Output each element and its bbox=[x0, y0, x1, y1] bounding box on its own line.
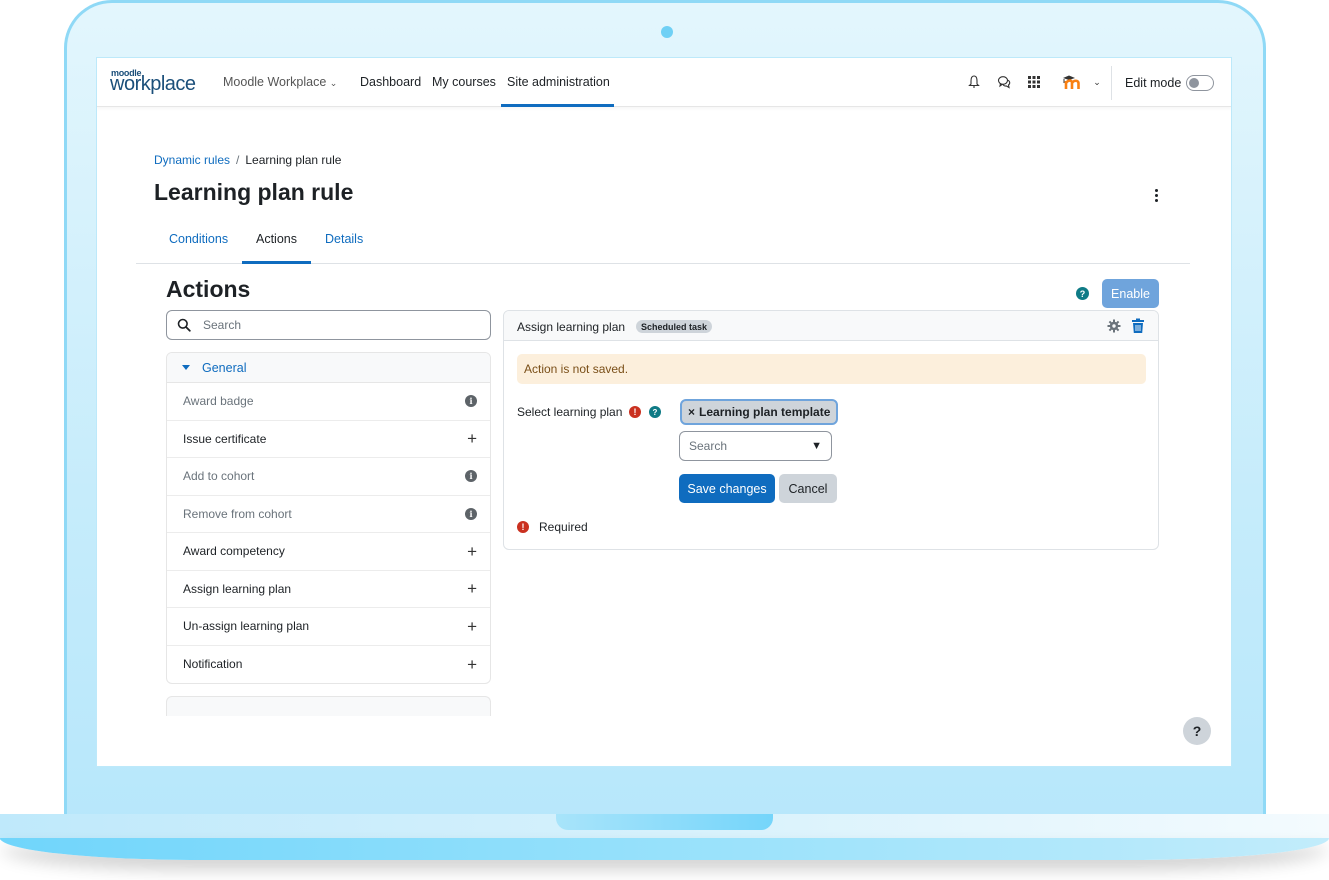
edit-mode-toggle[interactable] bbox=[1186, 75, 1214, 91]
not-saved-alert: Action is not saved. bbox=[517, 354, 1146, 384]
laptop-notch bbox=[556, 814, 773, 830]
nav-site-administration[interactable]: Site administration bbox=[507, 75, 610, 89]
breadcrumb-separator: / bbox=[236, 153, 240, 167]
gear-icon[interactable] bbox=[1107, 319, 1121, 333]
brand-menu[interactable]: Moodle Workplace ⌄ bbox=[223, 75, 337, 89]
trash-icon[interactable] bbox=[1131, 318, 1145, 334]
breadcrumb-current: Learning plan rule bbox=[245, 153, 342, 167]
chip-label: Learning plan template bbox=[699, 405, 831, 419]
help-icon[interactable]: ? bbox=[1076, 287, 1089, 300]
camera-dot bbox=[661, 26, 673, 38]
nav-dashboard[interactable]: Dashboard bbox=[360, 75, 421, 89]
user-avatar-icon[interactable] bbox=[1060, 73, 1084, 91]
user-menu-chevron-icon[interactable]: ⌄ bbox=[1088, 73, 1106, 91]
plus-icon[interactable]: + bbox=[467, 580, 477, 597]
list-item-label: Assign learning plan bbox=[183, 581, 292, 596]
logo-big-text: workplace bbox=[110, 73, 196, 95]
tab-conditions[interactable]: Conditions bbox=[169, 232, 228, 246]
action-card: Assign learning plan Scheduled task Acti… bbox=[503, 310, 1159, 550]
next-group-panel bbox=[166, 696, 491, 716]
remove-chip-icon[interactable]: × bbox=[688, 405, 695, 419]
learning-plan-select[interactable]: ▼ bbox=[679, 431, 832, 461]
active-tab-indicator bbox=[242, 261, 311, 264]
laptop-mockup: moodle workplace Moodle Workplace ⌄ Dash… bbox=[0, 0, 1329, 880]
toggle-knob bbox=[1189, 78, 1199, 88]
group-general-toggle[interactable]: General bbox=[167, 353, 490, 383]
scheduled-task-badge: Scheduled task bbox=[636, 320, 713, 333]
page-title: Learning plan rule bbox=[154, 179, 354, 205]
apps-grid-icon[interactable] bbox=[1025, 73, 1043, 91]
enable-button[interactable]: Enable bbox=[1102, 279, 1159, 308]
laptop-base-bottom bbox=[0, 838, 1329, 860]
screen: moodle workplace Moodle Workplace ⌄ Dash… bbox=[96, 57, 1232, 767]
nav-my-courses[interactable]: My courses bbox=[432, 75, 496, 89]
plus-icon[interactable]: + bbox=[467, 618, 477, 635]
list-item-award-competency[interactable]: Award competency + bbox=[167, 533, 490, 571]
more-actions-kebab-icon[interactable] bbox=[1149, 186, 1163, 204]
list-item-label: Notification bbox=[183, 657, 243, 672]
edit-mode-label: Edit mode bbox=[1125, 76, 1182, 90]
plus-icon[interactable]: + bbox=[467, 430, 477, 447]
list-item-label: Remove from cohort bbox=[183, 506, 292, 521]
tab-actions[interactable]: Actions bbox=[256, 232, 297, 246]
cancel-button[interactable]: Cancel bbox=[779, 474, 837, 503]
list-item-remove-from-cohort: Remove from cohort i bbox=[167, 496, 490, 533]
floating-help-button[interactable]: ? bbox=[1183, 717, 1211, 745]
info-icon[interactable]: i bbox=[465, 507, 477, 520]
nav-active-indicator bbox=[501, 104, 614, 107]
bell-icon[interactable] bbox=[965, 73, 983, 91]
top-navbar: moodle workplace Moodle Workplace ⌄ Dash… bbox=[97, 58, 1231, 107]
info-icon[interactable]: i bbox=[465, 470, 477, 483]
list-item-notification[interactable]: Notification + bbox=[167, 646, 490, 684]
actions-search-box bbox=[166, 310, 491, 340]
list-item-label: Issue certificate bbox=[183, 431, 267, 446]
required-icon: ! bbox=[517, 521, 529, 533]
list-item-label: Add to cohort bbox=[183, 469, 255, 484]
navbar-divider bbox=[1111, 66, 1112, 100]
list-item-label: Award badge bbox=[183, 394, 254, 409]
actions-search-input[interactable] bbox=[203, 311, 483, 339]
actions-list-panel: General Award badge i Issue certificate … bbox=[166, 352, 491, 684]
list-item-add-to-cohort: Add to cohort i bbox=[167, 458, 490, 496]
list-item-issue-certificate[interactable]: Issue certificate + bbox=[167, 421, 490, 458]
list-item-label: Award competency bbox=[183, 544, 285, 559]
group-general-label: General bbox=[202, 360, 247, 375]
list-item-unassign-learning-plan[interactable]: Un-assign learning plan + bbox=[167, 608, 490, 646]
dropdown-arrow-icon[interactable]: ▼ bbox=[811, 440, 822, 452]
list-item-assign-learning-plan[interactable]: Assign learning plan + bbox=[167, 571, 490, 608]
action-card-header: Assign learning plan Scheduled task bbox=[504, 311, 1158, 341]
action-card-title: Assign learning plan bbox=[517, 320, 626, 334]
brand-menu-label: Moodle Workplace bbox=[223, 75, 327, 89]
tab-bar: Conditions Actions Details bbox=[136, 220, 1190, 264]
list-item-award-badge: Award badge i bbox=[167, 383, 490, 421]
list-item-label: Un-assign learning plan bbox=[183, 619, 310, 634]
selected-learning-plan-chip[interactable]: × Learning plan template bbox=[680, 399, 839, 425]
section-title: Actions bbox=[166, 276, 251, 302]
caret-down-icon bbox=[182, 365, 190, 370]
plus-icon[interactable]: + bbox=[467, 543, 477, 560]
breadcrumb: Dynamic rules / Learning plan rule bbox=[154, 153, 341, 167]
help-icon[interactable]: ? bbox=[649, 406, 661, 418]
tab-details[interactable]: Details bbox=[325, 232, 363, 246]
messages-icon[interactable] bbox=[995, 73, 1013, 91]
chevron-down-icon: ⌄ bbox=[329, 78, 338, 88]
plus-icon[interactable]: + bbox=[467, 656, 477, 673]
moodle-workplace-logo[interactable]: moodle workplace bbox=[110, 68, 205, 96]
learning-plan-search-input[interactable] bbox=[689, 432, 804, 460]
select-learning-plan-label: Select learning plan bbox=[517, 405, 623, 419]
info-icon[interactable]: i bbox=[465, 395, 477, 408]
required-icon: ! bbox=[629, 406, 641, 418]
breadcrumb-dynamic-rules[interactable]: Dynamic rules bbox=[154, 153, 230, 167]
search-icon bbox=[177, 318, 191, 332]
save-changes-button[interactable]: Save changes bbox=[679, 474, 775, 503]
required-legend-label: Required bbox=[539, 520, 588, 534]
